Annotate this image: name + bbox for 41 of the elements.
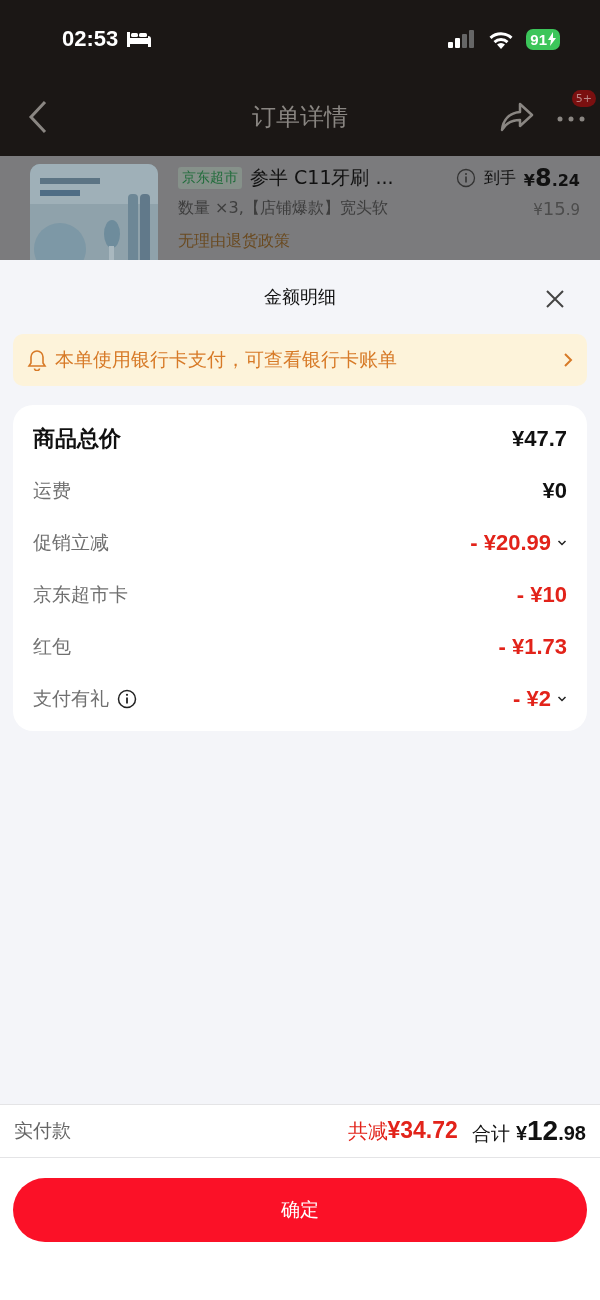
amount-value: ¥47.7 [511, 426, 567, 452]
amount-value: - ¥1.73 [498, 634, 567, 660]
battery-indicator: 91 [526, 28, 560, 50]
row-label: 运费 [33, 478, 71, 503]
row-label: 支付有礼 [33, 686, 109, 711]
row-label: 商品总价 [33, 425, 121, 453]
sheet-title: 金额明细 [264, 285, 336, 309]
row-label: 红包 [33, 634, 71, 659]
chevron-right-icon [563, 352, 573, 368]
back-icon[interactable] [28, 100, 48, 134]
notice-text: 本单使用银行卡支付，可查看银行卡账单 [55, 347, 398, 372]
status-time: 02:53 [62, 26, 119, 52]
notification-badge: 5+ [571, 89, 596, 107]
more-icon[interactable] [556, 114, 586, 123]
bell-icon [27, 349, 47, 371]
amount-value: ¥0 [542, 478, 567, 504]
return-policy: 无理由退货政策 [178, 231, 291, 252]
info-icon[interactable] [117, 689, 137, 709]
chevron-down-icon[interactable] [557, 538, 567, 548]
total-savings: 共减¥34.72 [347, 1117, 458, 1145]
payment-notice[interactable]: 本单使用银行卡支付，可查看银行卡账单 [13, 334, 587, 386]
final-price: ¥8.24 [523, 164, 580, 192]
product-title: 参半 C11牙刷 ... [250, 165, 394, 190]
chevron-down-icon[interactable] [557, 694, 567, 704]
confirm-button[interactable]: 确定 [13, 1178, 587, 1242]
page-title: 订单详情 [252, 103, 348, 131]
store-tag: 京东超市 [178, 167, 242, 189]
wifi-icon [488, 29, 515, 49]
price-label: 到手 [483, 167, 516, 189]
product-spec: 数量 ×3,【店铺爆款】宽头软 [178, 198, 388, 219]
share-icon[interactable] [500, 102, 534, 132]
row-label: 促销立减 [33, 530, 109, 555]
amount-value: - ¥20.99 [470, 530, 551, 556]
amount-value: - ¥2 [513, 686, 551, 712]
row-label: 京东超市卡 [33, 582, 128, 607]
bed-icon [126, 30, 153, 48]
amount-value: - ¥10 [516, 582, 567, 608]
signal-icon [448, 30, 477, 48]
total-amount: 合计 ¥12.98 [471, 1115, 586, 1147]
close-icon[interactable] [544, 288, 566, 310]
payment-label: 实付款 [14, 1118, 71, 1143]
